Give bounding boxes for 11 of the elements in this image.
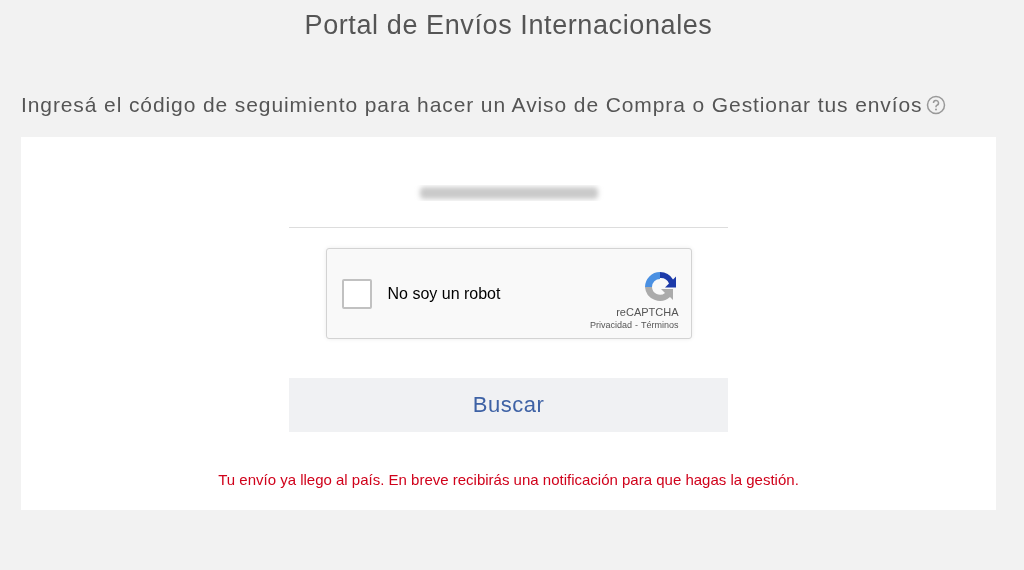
captcha-label: No soy un robot bbox=[387, 284, 502, 303]
help-icon[interactable] bbox=[926, 95, 947, 115]
terms-link[interactable]: Términos bbox=[641, 319, 679, 330]
page-title: Portal de Envíos Internacionales bbox=[303, 9, 714, 42]
status-message: Tu envío ya llego al país. En breve recibirás una notificación para que hagas la gestión. bbox=[218, 471, 799, 488]
privacy-link[interactable]: Privacidad bbox=[589, 319, 632, 330]
link-separator: - bbox=[635, 319, 638, 330]
captcha-checkbox[interactable] bbox=[341, 278, 372, 309]
recaptcha-brand: reCAPTCHA bbox=[616, 305, 679, 318]
search-button[interactable]: Buscar bbox=[289, 378, 728, 432]
instruction-heading: Ingresá el código de seguimiento para hacer un Aviso de Compra o Gestionar tus envíos bbox=[21, 93, 923, 116]
